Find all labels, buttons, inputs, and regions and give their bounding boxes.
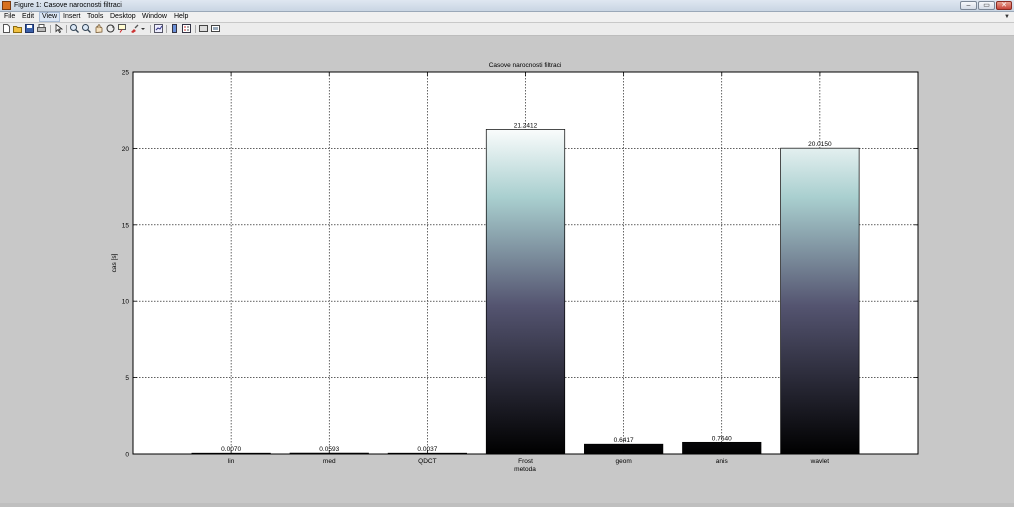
zoom-in-icon[interactable] bbox=[70, 24, 79, 33]
y-tick-label: 0 bbox=[125, 452, 129, 459]
window-titlebar: Figure 1: Casove narocnosti filtraci – ▭… bbox=[0, 0, 1014, 12]
close-button[interactable]: ✕ bbox=[996, 1, 1012, 10]
figure-toolbar bbox=[0, 23, 1014, 36]
value-label: 20.0150 bbox=[808, 141, 832, 148]
insert-legend-icon[interactable] bbox=[182, 24, 191, 33]
x-axis-label: metoda bbox=[514, 466, 536, 473]
brush-dropdown-icon[interactable] bbox=[140, 24, 146, 33]
edit-plot-arrow-icon[interactable] bbox=[54, 24, 63, 33]
window-title: Figure 1: Casove narocnosti filtraci bbox=[14, 2, 122, 9]
show-plot-tools-icon[interactable] bbox=[211, 24, 220, 33]
value-label: 21.2412 bbox=[514, 122, 538, 129]
y-axis-label: cas [s] bbox=[111, 253, 118, 272]
zoom-out-icon[interactable] bbox=[82, 24, 91, 33]
value-label: 0.0037 bbox=[417, 446, 437, 453]
value-label: 0.0070 bbox=[221, 446, 241, 453]
bar-wavlet bbox=[780, 147, 860, 455]
menu-window[interactable]: Window bbox=[140, 12, 169, 22]
insert-colorbar-icon[interactable] bbox=[170, 24, 179, 33]
menu-tools[interactable]: Tools bbox=[85, 12, 105, 22]
menu-bar: File Edit View Insert Tools Desktop Wind… bbox=[0, 12, 1014, 22]
print-icon[interactable] bbox=[37, 24, 46, 33]
value-label: 0.0593 bbox=[319, 446, 339, 453]
brush-icon[interactable] bbox=[130, 24, 139, 33]
x-tick-label: lin bbox=[228, 458, 235, 465]
menu-help[interactable]: Help bbox=[172, 12, 190, 22]
data-cursor-icon[interactable] bbox=[118, 24, 127, 33]
y-tick-label: 10 bbox=[122, 299, 130, 306]
menu-file[interactable]: File bbox=[2, 12, 17, 22]
x-tick-label: Frost bbox=[518, 458, 533, 465]
new-figure-icon[interactable] bbox=[2, 24, 11, 33]
menu-desktop[interactable]: Desktop bbox=[108, 12, 138, 22]
chart-title: Casove narocnosti filtraci bbox=[489, 62, 562, 69]
x-tick-label: wavlet bbox=[810, 458, 830, 465]
y-tick-label: 25 bbox=[122, 70, 130, 77]
bar-chart: 0 5 10 15 20 25 lin med QDCT Frost geom anis wavlet… bbox=[111, 62, 919, 473]
menu-insert[interactable]: Insert bbox=[61, 12, 83, 22]
dock-figure-icon[interactable]: ▼ bbox=[1004, 13, 1010, 21]
rotate-3d-icon[interactable] bbox=[106, 24, 115, 33]
open-file-icon[interactable] bbox=[13, 24, 22, 33]
hide-plot-tools-icon[interactable] bbox=[199, 24, 208, 33]
matlab-figure-icon bbox=[2, 1, 11, 10]
link-plot-icon[interactable] bbox=[154, 24, 163, 33]
x-tick-label: med bbox=[323, 458, 336, 465]
y-tick-label: 5 bbox=[125, 375, 129, 382]
menu-edit[interactable]: Edit bbox=[20, 12, 36, 22]
save-icon[interactable] bbox=[25, 24, 34, 33]
bar-frost bbox=[485, 129, 566, 455]
y-tick-label: 15 bbox=[122, 222, 130, 229]
value-label: 0.6417 bbox=[614, 437, 634, 444]
minimize-button[interactable]: – bbox=[960, 1, 977, 10]
x-tick-label: anis bbox=[716, 458, 729, 465]
value-label: 0.7640 bbox=[712, 435, 732, 442]
status-strip bbox=[0, 503, 1014, 507]
pan-hand-icon[interactable] bbox=[94, 24, 103, 33]
y-tick-label: 20 bbox=[122, 146, 130, 153]
maximize-button[interactable]: ▭ bbox=[978, 1, 995, 10]
menu-view[interactable]: View bbox=[39, 12, 61, 22]
x-tick-label: geom bbox=[615, 458, 631, 465]
x-tick-label: QDCT bbox=[418, 458, 436, 465]
